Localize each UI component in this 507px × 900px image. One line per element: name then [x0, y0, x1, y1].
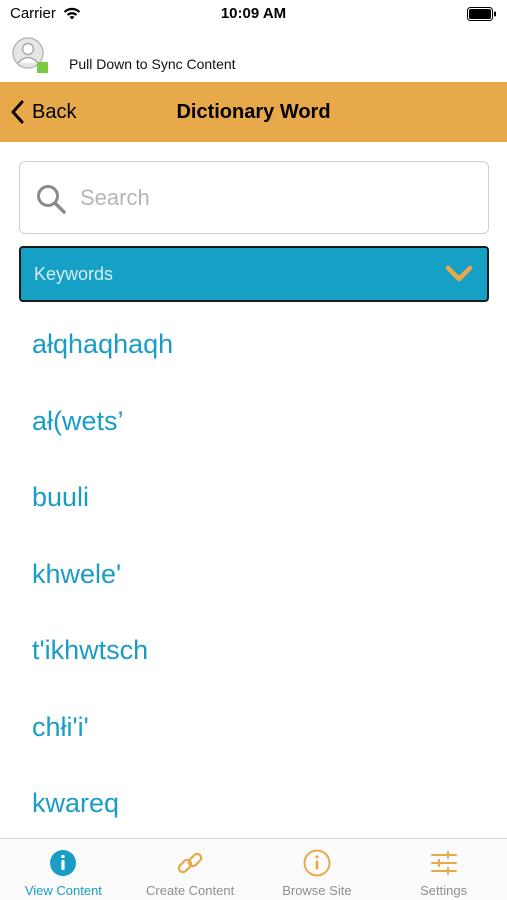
tab-create-content[interactable]: Create Content: [127, 839, 254, 900]
battery-icon: [467, 7, 496, 21]
navigation-bar: Back Dictionary Word: [0, 82, 507, 142]
status-bar: Carrier 10:09 AM: [0, 0, 507, 28]
back-button[interactable]: Back: [10, 82, 76, 142]
tab-label: Settings: [420, 883, 468, 898]
link-icon: [177, 852, 203, 874]
tab-label: View Content: [24, 883, 102, 898]
chevron-left-icon: [11, 100, 24, 124]
dropdown-selected-label: Keywords: [34, 264, 114, 284]
tab-browse-site[interactable]: Browse Site: [254, 839, 381, 900]
tab-label: Create Content: [146, 883, 235, 898]
search-box[interactable]: [19, 161, 489, 234]
info-circle-filled-icon: [50, 850, 77, 876]
word-list-item[interactable]: chłi'i': [0, 689, 507, 766]
search-icon: [37, 185, 66, 214]
chevron-down-icon: [445, 265, 473, 282]
pull-to-sync-label: Pull Down to Sync Content: [69, 56, 236, 72]
tab-settings[interactable]: Settings: [380, 839, 507, 900]
word-list-item[interactable]: kwareq: [0, 765, 507, 842]
word-list-item[interactable]: khwele': [0, 536, 507, 613]
status-time: 10:09 AM: [220, 5, 287, 22]
info-circle-icon: [303, 849, 331, 877]
sliders-icon: [430, 851, 457, 875]
tab-view-content[interactable]: View Content: [0, 839, 127, 900]
sync-header[interactable]: Pull Down to Sync Content: [0, 32, 507, 80]
tab-bar: View Content Create Content Browse Site: [0, 838, 507, 900]
word-list-item[interactable]: ał(wets’: [0, 383, 507, 460]
word-list-item[interactable]: ałqhaqhaqh: [0, 306, 507, 383]
word-list-item[interactable]: buuli: [0, 459, 507, 536]
avatar[interactable]: [12, 37, 48, 75]
search-input[interactable]: [80, 172, 470, 224]
keywords-dropdown[interactable]: Keywords: [19, 246, 489, 302]
word-list-item[interactable]: t'ikhwtsch: [0, 612, 507, 689]
back-label: Back: [32, 100, 77, 123]
tab-label: Browse Site: [282, 883, 352, 898]
word-list: ałqhaqhaqh ał(wets’ buuli khwele' t'ikhw…: [0, 306, 507, 842]
